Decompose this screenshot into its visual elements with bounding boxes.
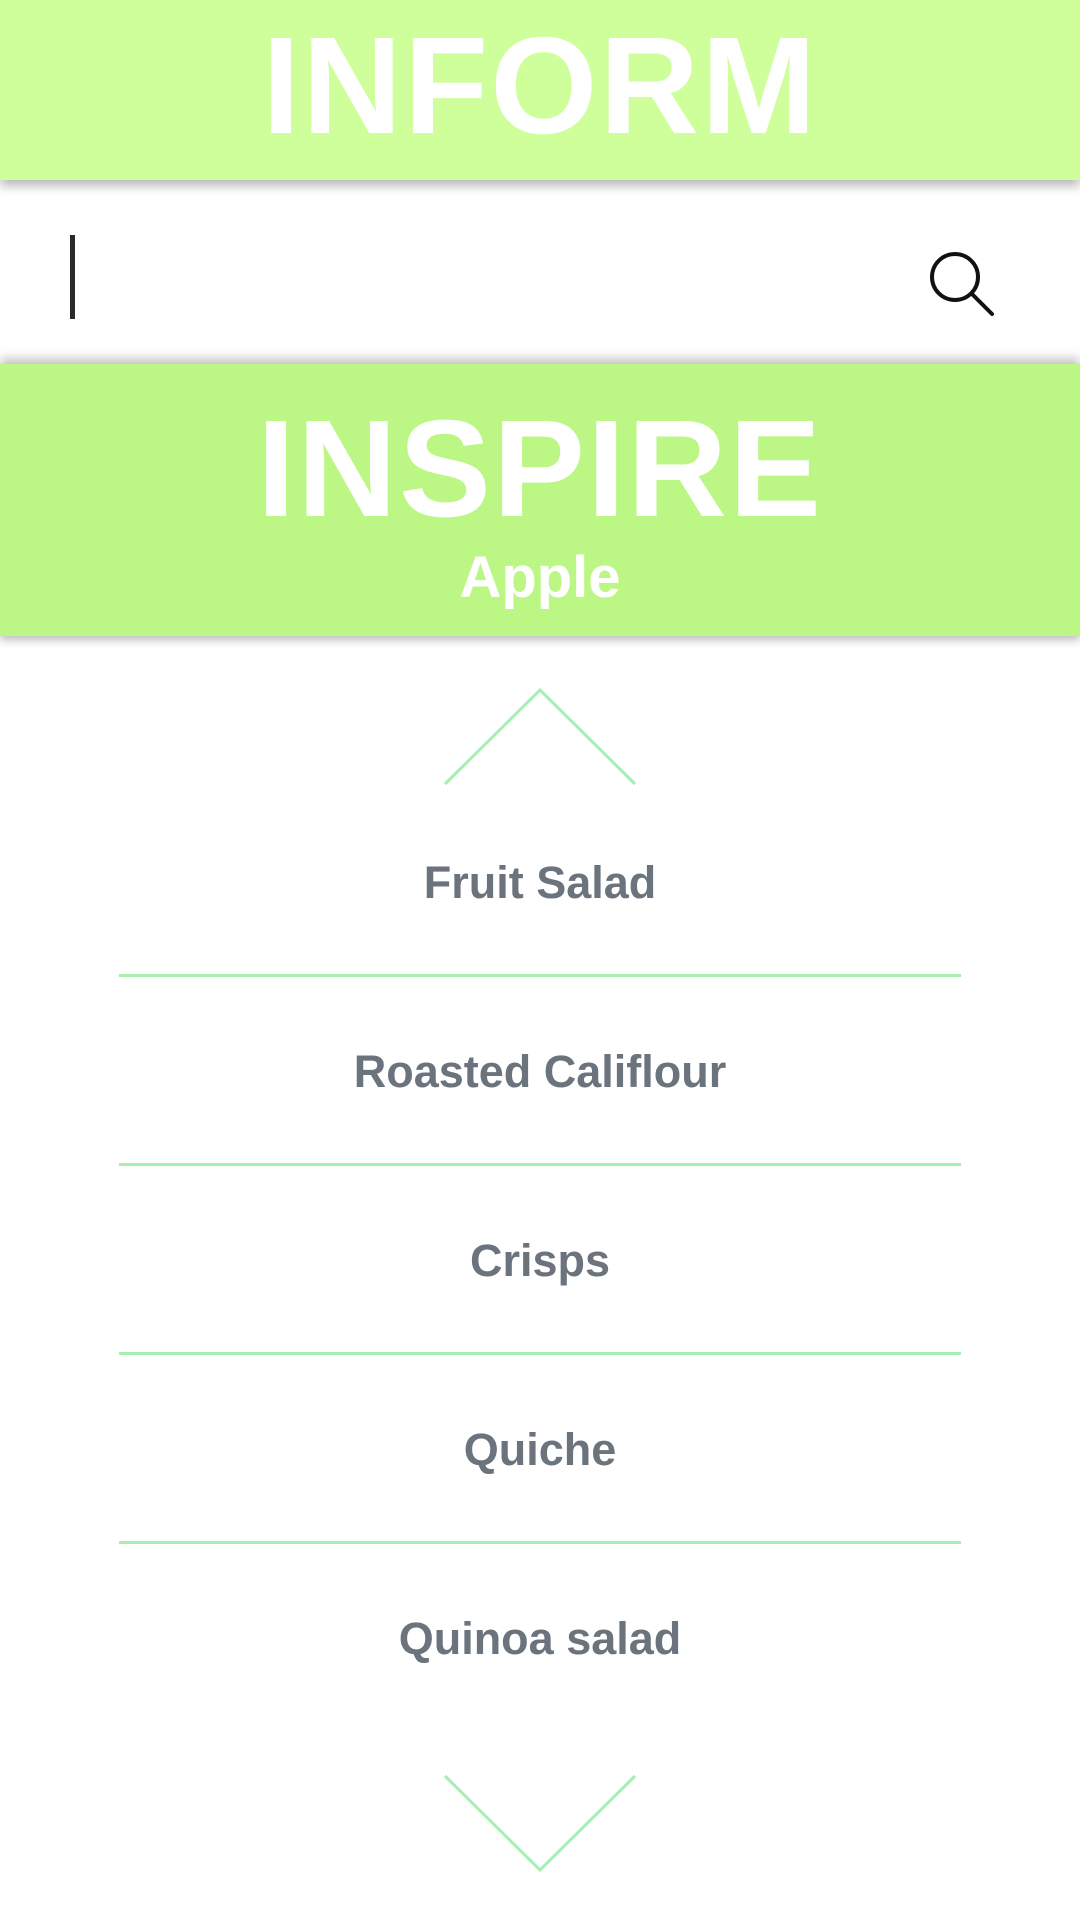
chevron-up-icon[interactable] — [438, 688, 642, 792]
list-item-label: Quinoa salad — [398, 1613, 682, 1664]
search-bar — [0, 180, 1080, 364]
text-cursor — [70, 235, 75, 319]
list-item-label: Crisps — [469, 1235, 611, 1286]
inspire-panel: INSPIRE Apple — [0, 364, 1080, 636]
list-item-label: Roasted Califlour — [353, 1046, 727, 1097]
page-title: INFORM — [261, 9, 819, 163]
search-icon[interactable] — [928, 250, 996, 318]
search-input[interactable] — [60, 230, 880, 314]
list-item[interactable]: Quiche — [0, 1355, 1080, 1544]
list-item[interactable]: Quinoa salad — [0, 1544, 1080, 1733]
inspire-title: INSPIRE — [256, 392, 824, 546]
list-item-label: Quiche — [463, 1424, 617, 1475]
inspire-subtitle: Apple — [459, 545, 621, 610]
inform-header: INFORM — [0, 0, 1080, 180]
recipe-picker: Fruit Salad Roasted Califlour Crisps Qui… — [0, 788, 1080, 1733]
chevron-down-icon[interactable] — [438, 1768, 642, 1872]
list-item[interactable]: Roasted Califlour — [0, 977, 1080, 1166]
list-item-label: Fruit Salad — [423, 857, 657, 908]
list-item[interactable]: Crisps — [0, 1166, 1080, 1355]
list-item[interactable]: Fruit Salad — [0, 788, 1080, 977]
